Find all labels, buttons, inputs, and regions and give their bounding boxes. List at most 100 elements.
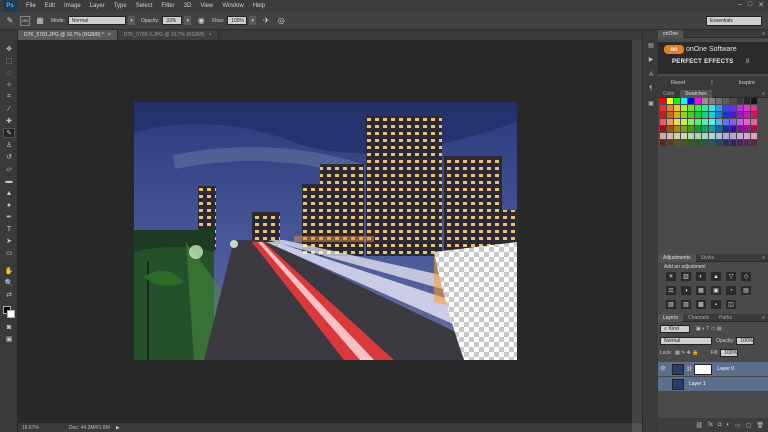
workspace-dropdown[interactable]: Essentials — [706, 16, 762, 26]
layer-kind-filter[interactable]: ⌕ Kind — [660, 324, 690, 333]
color-lookup-icon[interactable]: ◔ — [726, 286, 736, 295]
panel-menu-icon[interactable]: ≡ — [762, 31, 765, 37]
swatch[interactable] — [737, 133, 743, 139]
quick-select-tool-icon[interactable]: ✧ — [3, 80, 15, 90]
levels-icon[interactable]: ▥ — [681, 272, 691, 281]
curves-icon[interactable]: ◐ — [696, 272, 706, 281]
reset-button[interactable]: Reset — [671, 80, 685, 86]
swatch[interactable] — [695, 140, 701, 146]
swatch[interactable] — [674, 105, 680, 111]
opacity-field[interactable]: 33% — [162, 16, 183, 25]
swatch[interactable] — [681, 140, 687, 146]
swatch[interactable] — [702, 105, 708, 111]
gradient-tool-icon[interactable]: ▬ — [3, 176, 15, 186]
zoom-level[interactable]: 16.67% — [22, 425, 39, 431]
swatch[interactable] — [716, 119, 722, 125]
inspire-button[interactable]: Inspire — [739, 80, 756, 86]
swatch[interactable] — [751, 112, 757, 118]
tab-adjustments[interactable]: Adjustments — [658, 253, 696, 262]
swatch[interactable] — [716, 98, 722, 104]
swatch[interactable] — [660, 126, 666, 132]
brush-preset-icon[interactable]: ✎ — [5, 16, 15, 26]
dodge-tool-icon[interactable]: ● — [3, 200, 15, 210]
swatch[interactable] — [667, 140, 673, 146]
swatch[interactable] — [744, 105, 750, 111]
new-adjustment-icon[interactable]: ◐ — [726, 422, 730, 428]
swatch[interactable] — [695, 126, 701, 132]
swatch[interactable] — [737, 98, 743, 104]
fill-field[interactable]: 100% — [720, 348, 739, 357]
history-panel-icon[interactable]: ▤ — [646, 40, 656, 50]
swatch[interactable] — [751, 98, 757, 104]
swatch[interactable] — [702, 140, 708, 146]
filter-icons[interactable]: ▣ ◐ T ▭ ▤ — [696, 326, 722, 332]
swatch[interactable] — [716, 105, 722, 111]
swatch[interactable] — [660, 119, 666, 125]
flow-field[interactable]: 100% — [227, 16, 248, 25]
swatch[interactable] — [723, 140, 729, 146]
brightness-contrast-icon[interactable]: ☀ — [666, 272, 676, 281]
properties-panel-icon[interactable]: ▣ — [646, 98, 656, 108]
background-color-swatch[interactable] — [7, 310, 15, 318]
swatch[interactable] — [751, 140, 757, 146]
color-balance-icon[interactable]: ⚖ — [666, 286, 676, 295]
swatch[interactable] — [730, 119, 736, 125]
close-icon[interactable]: × — [108, 32, 111, 38]
swatch[interactable] — [709, 126, 715, 132]
swatch[interactable] — [688, 119, 694, 125]
pressure-opacity-icon[interactable]: ◉ — [196, 16, 206, 26]
swatch[interactable] — [667, 126, 673, 132]
vibrance-icon[interactable]: ▽ — [726, 272, 736, 281]
swatch[interactable] — [688, 105, 694, 111]
tab-d7k-5780-3[interactable]: D7K_5780-3.JPG @ 16.7% (RGB/8) × — [117, 30, 219, 40]
vertical-scrollbar[interactable] — [632, 40, 642, 423]
swatch[interactable] — [674, 133, 680, 139]
tab-channels[interactable]: Channels — [683, 314, 714, 322]
swatch[interactable] — [702, 119, 708, 125]
swatch[interactable] — [737, 140, 743, 146]
swatch[interactable] — [660, 105, 666, 111]
swatch[interactable] — [695, 119, 701, 125]
swatch[interactable] — [660, 112, 666, 118]
swatch[interactable] — [674, 119, 680, 125]
swatch[interactable] — [695, 105, 701, 111]
swatch[interactable] — [674, 126, 680, 132]
tab-color[interactable]: Color — [658, 90, 680, 98]
swatch[interactable] — [744, 133, 750, 139]
swatch[interactable] — [723, 119, 729, 125]
trash-icon[interactable]: 🗑 — [756, 422, 764, 429]
selective-color-icon[interactable]: ▪ — [711, 300, 721, 309]
swatch[interactable] — [730, 133, 736, 139]
swatch[interactable] — [660, 140, 666, 146]
swatch[interactable] — [688, 133, 694, 139]
character-panel-icon[interactable]: A — [646, 70, 656, 80]
swatch[interactable] — [667, 133, 673, 139]
black-white-icon[interactable]: ◑ — [681, 286, 691, 295]
zoom-tool-icon[interactable]: 🔍 — [3, 278, 15, 288]
swatch[interactable] — [730, 140, 736, 146]
tab-paths[interactable]: Paths — [714, 314, 737, 322]
close-icon[interactable]: × — [209, 32, 212, 38]
hand-tool-icon[interactable]: ✋ — [3, 266, 15, 276]
shape-tool-icon[interactable]: ▭ — [3, 248, 15, 258]
link-layers-icon[interactable]: ⛓ — [695, 422, 703, 429]
shadows-highlights-icon[interactable]: ◫ — [726, 300, 736, 309]
path-select-tool-icon[interactable]: ➤ — [3, 236, 15, 246]
swatch[interactable] — [667, 112, 673, 118]
swatch[interactable] — [695, 98, 701, 104]
menu-view[interactable]: View — [200, 3, 213, 9]
minimize-button[interactable]: – — [738, 1, 742, 9]
menu-select[interactable]: Select — [136, 3, 153, 9]
panel-menu-icon[interactable]: ≡ — [762, 315, 765, 321]
swatch[interactable] — [723, 133, 729, 139]
document-image[interactable] — [134, 102, 517, 360]
swatch[interactable] — [674, 98, 680, 104]
blur-tool-icon[interactable]: ▲ — [3, 188, 15, 198]
gradient-map-icon[interactable]: ▩ — [696, 300, 706, 309]
swatch[interactable] — [737, 126, 743, 132]
swatch[interactable] — [723, 105, 729, 111]
swatch[interactable] — [702, 126, 708, 132]
swatch[interactable] — [751, 105, 757, 111]
layer-row-layer-1[interactable]: Layer 1 — [658, 377, 768, 391]
swatch[interactable] — [681, 126, 687, 132]
